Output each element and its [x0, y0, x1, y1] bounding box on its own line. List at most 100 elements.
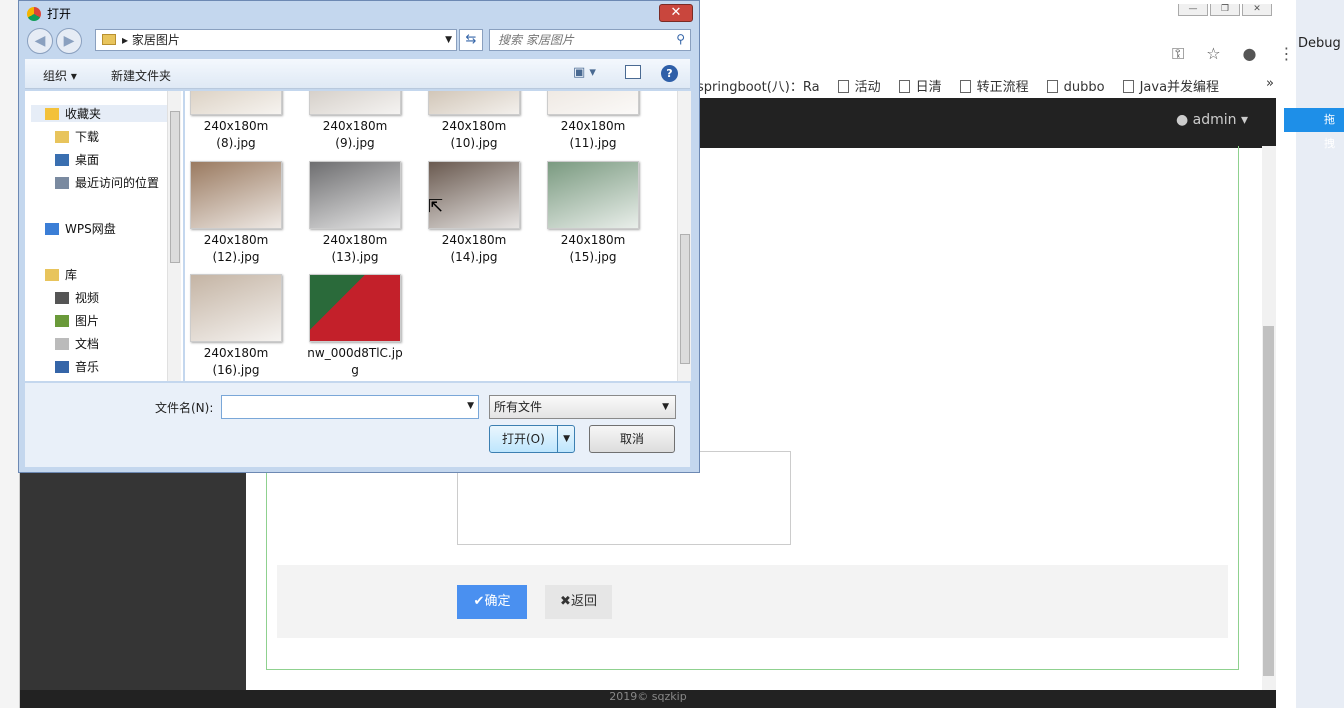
search-box: ⚲	[489, 29, 691, 51]
bookmark-page-icon	[1122, 80, 1134, 93]
forward-arrow-icon[interactable]: ▶	[56, 28, 82, 54]
bookmark-label: 转正流程	[976, 80, 1029, 95]
nav-item[interactable]: 收藏夹	[31, 105, 169, 122]
star-bookmark-icon[interactable]: ☆	[1206, 44, 1220, 63]
nav-item-label: 文档	[75, 337, 100, 351]
bookmark-label: dubbo	[1063, 80, 1105, 95]
file-name-line1: 240x180m	[560, 119, 626, 133]
file-tile[interactable]: 240x180m (8).jpg	[185, 91, 291, 152]
more-bookmarks-button[interactable]: »	[1266, 76, 1274, 91]
dialog-title: 打开	[27, 5, 71, 22]
file-tile[interactable]: 240x180m (12).jpg	[185, 161, 291, 266]
page-scrollbar-thumb[interactable]	[1263, 326, 1274, 676]
cloud-icon	[45, 223, 59, 235]
search-input[interactable]	[490, 30, 660, 50]
file-name-line1: 240x180m	[441, 119, 507, 133]
bookmark-item[interactable]: springboot(八)：Ra	[680, 76, 820, 95]
filename-combobox: ▼	[221, 395, 479, 419]
view-options-icon[interactable]: ▣ ▾	[573, 65, 596, 80]
preview-pane-icon[interactable]	[625, 65, 641, 79]
nav-item[interactable]: 库	[45, 266, 77, 283]
split-divider	[557, 426, 558, 452]
nav-item[interactable]: 视频	[55, 289, 99, 306]
close-window-button[interactable]: ✕	[1242, 4, 1272, 16]
documents-icon	[55, 338, 69, 350]
nav-item[interactable]: 最近访问的位置	[55, 174, 159, 191]
bookmarks-bar: springboot(八)：Ra 活动 日清 转正流程 dubbo Java并发编程 »	[680, 76, 1274, 98]
confirm-button[interactable]: ✔确定	[457, 585, 527, 619]
video-icon	[55, 292, 69, 304]
nav-item[interactable]: 音乐	[55, 358, 99, 375]
filetype-select[interactable]: 所有文件 ▼	[489, 395, 676, 419]
chevron-down-icon[interactable]: ▼	[467, 401, 474, 411]
chevron-down-icon[interactable]: ▼	[563, 426, 570, 452]
site-sidebar	[20, 470, 246, 700]
background-ide-edge	[1296, 0, 1344, 708]
nav-item[interactable]: 文档	[55, 335, 99, 352]
cancel-button[interactable]: 取消	[589, 425, 675, 453]
debug-label[interactable]: Debug	[1298, 36, 1341, 51]
file-tile[interactable]: 240x180m (15).jpg	[538, 161, 648, 266]
file-tile[interactable]: 240x180m (13).jpg	[300, 161, 410, 266]
file-name-line1: 240x180m	[322, 119, 388, 133]
file-tile[interactable]: 240x180m (10).jpg	[419, 91, 529, 152]
dialog-title-text: 打开	[47, 7, 72, 21]
dialog-close-button[interactable]: ✕	[659, 4, 693, 22]
key-icon[interactable]: ⚿	[1172, 44, 1184, 63]
help-icon[interactable]: ?	[661, 65, 678, 82]
file-list-scrollbar-thumb[interactable]	[680, 234, 690, 364]
bookmark-page-icon	[1046, 80, 1058, 93]
path-bar[interactable]: ▸ 家居图片 ▼	[95, 29, 457, 51]
organize-button[interactable]: 组织 ▾	[43, 67, 77, 84]
chevron-down-icon[interactable]: ▼	[445, 30, 452, 50]
filetype-value: 所有文件	[494, 400, 543, 414]
file-tile[interactable]: 240x180m (11).jpg	[538, 91, 648, 152]
navigation-scrollbar[interactable]	[167, 91, 181, 381]
new-folder-button[interactable]: 新建文件夹	[111, 67, 171, 84]
file-name: 240x180m (8).jpg	[185, 118, 291, 152]
folder-icon	[102, 34, 116, 45]
bookmark-item[interactable]: 日清	[898, 76, 942, 95]
file-name-line2: (16).jpg	[212, 363, 260, 377]
bookmark-label: 日清	[915, 80, 942, 95]
user-icon: ●	[1175, 112, 1189, 128]
open-button[interactable]: 打开(O) ▼	[489, 425, 575, 453]
bookmark-item[interactable]: dubbo	[1046, 80, 1105, 95]
navigation-scrollbar-thumb[interactable]	[170, 111, 180, 263]
file-thumbnail	[309, 161, 401, 229]
refresh-icon[interactable]: ⇆	[459, 29, 483, 51]
back-arrow-icon[interactable]: ◀	[27, 28, 53, 54]
navigation-pane: 收藏夹下载桌面最近访问的位置 WPS网盘库视频图片文档音乐	[25, 91, 183, 381]
file-list-scrollbar[interactable]	[677, 91, 691, 381]
window-controls: — ❐ ✕	[1176, 0, 1272, 16]
file-thumbnail	[547, 91, 639, 115]
nav-item[interactable]: WPS网盘	[45, 220, 116, 237]
file-tile[interactable]: 240x180m (9).jpg	[300, 91, 410, 152]
file-name-line2: g	[351, 363, 359, 377]
nav-item[interactable]: 图片	[55, 312, 99, 329]
file-name-line2: (10).jpg	[450, 136, 498, 150]
nav-item-label: 桌面	[75, 153, 100, 167]
profile-icon[interactable]: ●	[1243, 44, 1257, 63]
menu-icon[interactable]: ⋮	[1279, 44, 1295, 63]
nav-item-label: WPS网盘	[65, 222, 116, 236]
file-thumbnail	[309, 274, 401, 342]
back-button[interactable]: ✖返回	[545, 585, 612, 619]
search-icon[interactable]: ⚲	[676, 32, 685, 46]
file-name-line1: 240x180m	[441, 233, 507, 247]
file-name: 240x180m (15).jpg	[538, 232, 648, 266]
nav-item[interactable]: 桌面	[55, 151, 99, 168]
admin-menu[interactable]: ● admin ▾	[1176, 112, 1248, 128]
file-tile[interactable]: nw_000d8TlC.jp g	[300, 274, 410, 379]
maximize-button[interactable]: ❐	[1210, 4, 1240, 16]
file-tile[interactable]: 240x180m (16).jpg	[185, 274, 291, 379]
dialog-footer: 文件名(N): ▼ 所有文件 ▼ 打开(O) ▼ 取消	[25, 383, 690, 467]
bookmark-item[interactable]: Java并发编程	[1122, 76, 1219, 95]
minimize-button[interactable]: —	[1178, 4, 1208, 16]
file-name: 240x180m (10).jpg	[419, 118, 529, 152]
baidu-netdisk-float[interactable]: 拖拽	[1284, 108, 1344, 150]
nav-item[interactable]: 下载	[55, 128, 99, 145]
bookmark-item[interactable]: 活动	[837, 76, 881, 95]
bookmark-item[interactable]: 转正流程	[959, 76, 1029, 95]
filename-input[interactable]	[222, 396, 458, 418]
